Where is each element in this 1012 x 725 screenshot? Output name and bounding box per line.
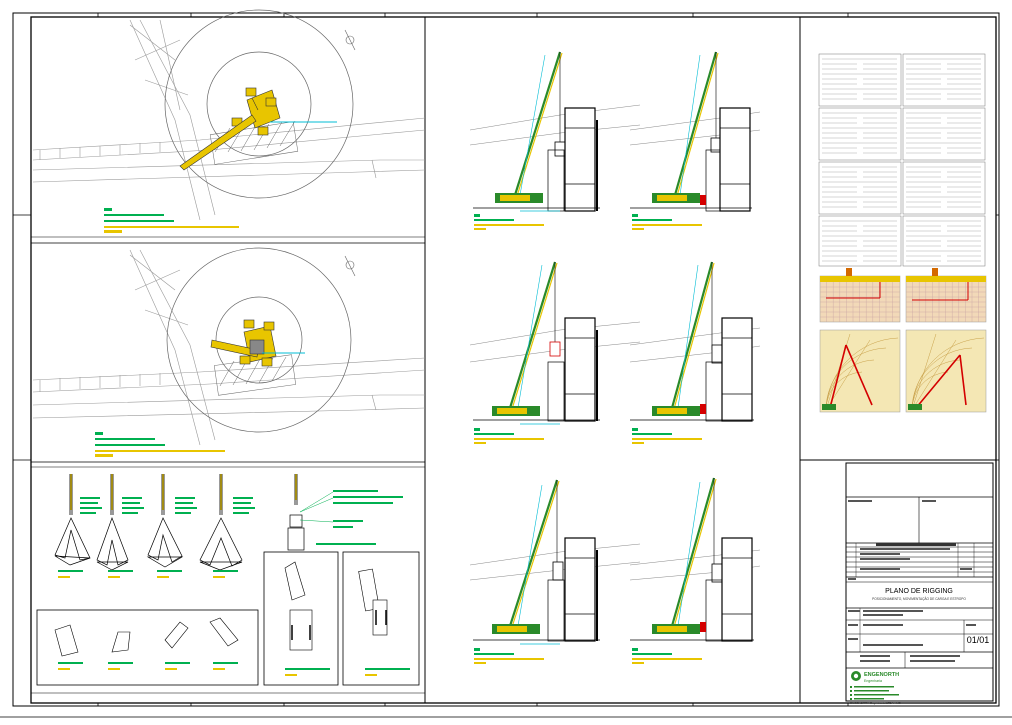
plan-view-pick-position [32, 247, 426, 457]
elevation-view-3 [469, 261, 641, 444]
plan-view-lift-position [32, 9, 426, 233]
company-logo-icon [851, 671, 861, 681]
rigging-plan-drawing-sheet: PLANO DE RIGGING POSICIONAMENTO, MOVIMEN… [0, 0, 1012, 720]
company-footer: ENGENORTH Engenharia LTDA - ME [850, 701, 901, 705]
company-name: ENGENORTH [864, 672, 899, 678]
north-arrow-icon [344, 255, 356, 277]
elevation-view-1 [469, 51, 641, 230]
box-labels [58, 662, 410, 676]
load-chart-grids [819, 268, 987, 323]
crane-plan-1 [179, 87, 281, 171]
elevation-view-2 [629, 51, 761, 230]
title-block: PLANO DE RIGGING POSICIONAMENTO, MOVIMEN… [845, 462, 994, 705]
sheet-number: 01/01 [967, 635, 990, 645]
company-tagline: Engenharia [864, 679, 882, 683]
crane-load-tables [818, 53, 986, 267]
sling-configuration-details [36, 474, 420, 686]
elevation-view-4 [629, 261, 761, 444]
terrain-lines [32, 19, 426, 221]
plan-view-2-annotation [95, 432, 225, 457]
elevation-view-5 [469, 479, 641, 664]
crane-range-diagrams [819, 329, 987, 413]
elevation-view-6 [629, 477, 761, 664]
north-arrow-icon [344, 29, 356, 51]
plan-subtitle: POSICIONAMENTO, MOVIMENTAÇÃO DE CARGA E … [872, 596, 966, 601]
plan-view-1-annotation [104, 208, 239, 233]
crane-elevation-views [469, 51, 761, 664]
plan-title: PLANO DE RIGGING [885, 588, 953, 595]
